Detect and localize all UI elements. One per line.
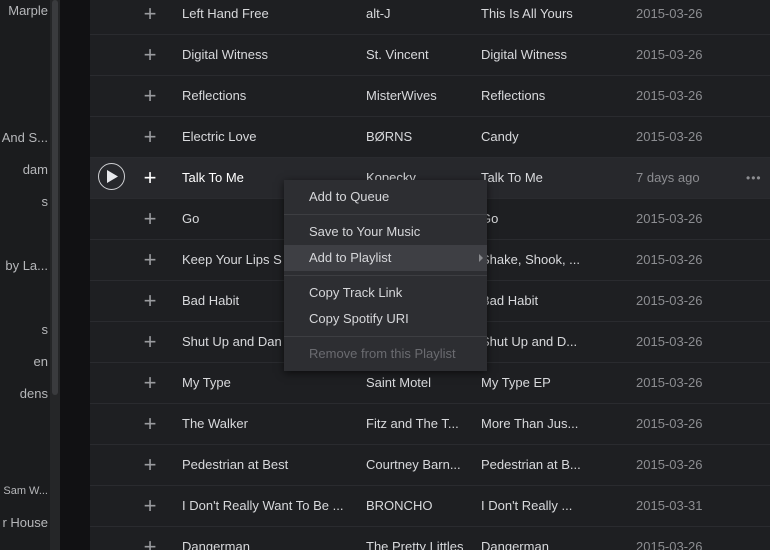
sidebar-item[interactable]: dens bbox=[0, 386, 48, 402]
plus-icon[interactable]: + bbox=[140, 363, 160, 403]
track-artist: St. Vincent bbox=[366, 47, 429, 62]
sidebar-item[interactable]: r House bbox=[0, 515, 48, 531]
plus-icon[interactable]: + bbox=[140, 445, 160, 485]
track-title: The Walker bbox=[182, 416, 248, 431]
menu-item-copy-spotify-uri[interactable]: Copy Spotify URI bbox=[284, 306, 487, 332]
track-album: Shake, Shook, ... bbox=[481, 252, 581, 267]
plus-icon[interactable]: + bbox=[140, 199, 160, 239]
track-date-added: 2015-03-26 bbox=[636, 334, 703, 349]
plus-icon[interactable]: + bbox=[140, 527, 160, 550]
track-album: Candy bbox=[481, 129, 519, 144]
track-album: Pedestrian at B... bbox=[481, 457, 581, 472]
track-title: I Don't Really Want To Be ... bbox=[182, 498, 344, 513]
track-date-added: 2015-03-26 bbox=[636, 47, 703, 62]
track-title: Electric Love bbox=[182, 129, 257, 144]
sidebar-item[interactable]: Marple bbox=[0, 3, 48, 19]
menu-separator bbox=[284, 336, 487, 337]
sidebar-item[interactable]: en bbox=[0, 354, 48, 370]
track-artist: Courtney Barn... bbox=[366, 457, 461, 472]
sidebar-item[interactable]: s bbox=[0, 194, 49, 210]
track-date-added: 2015-03-26 bbox=[636, 416, 703, 431]
more-options-icon[interactable]: ••• bbox=[746, 158, 764, 198]
track-title: Digital Witness bbox=[182, 47, 268, 62]
track-title: Pedestrian at Best bbox=[182, 457, 289, 472]
track-title: Dangerman bbox=[182, 539, 250, 550]
sidebar-scrollbar[interactable] bbox=[50, 0, 60, 550]
track-artist: alt-J bbox=[366, 6, 391, 21]
track-album: Talk To Me bbox=[481, 170, 543, 185]
menu-separator bbox=[284, 275, 487, 276]
menu-item-copy-track-link[interactable]: Copy Track Link bbox=[284, 280, 487, 306]
track-date-added: 2015-03-26 bbox=[636, 129, 703, 144]
track-album: More Than Jus... bbox=[481, 416, 579, 431]
track-album: Shut Up and D... bbox=[481, 334, 578, 349]
plus-icon[interactable]: + bbox=[140, 240, 160, 280]
track-row[interactable]: + Electric Love BØRNS Candy 2015-03-26 bbox=[90, 117, 770, 158]
track-date-added: 2015-03-26 bbox=[636, 252, 703, 267]
menu-item-add-to-queue[interactable]: Add to Queue bbox=[284, 184, 487, 210]
track-row[interactable]: + Dangerman The Pretty Littles Dangerman 201… bbox=[90, 527, 770, 550]
plus-icon[interactable]: + bbox=[140, 76, 160, 116]
track-row[interactable]: + I Don't Really Want To Be ... BRONCHO I D… bbox=[90, 486, 770, 527]
sidebar-scrollbar-thumb[interactable] bbox=[52, 0, 58, 395]
app-window: Marple And S... dam s by La... s en dens Sam W..… bbox=[0, 0, 770, 550]
track-album: Digital Witness bbox=[481, 47, 567, 62]
track-date-added: 2015-03-26 bbox=[636, 457, 703, 472]
sidebar-item[interactable]: s bbox=[0, 322, 49, 338]
context-menu: Add to Queue Save to Your Music Add to P… bbox=[284, 180, 487, 371]
track-date-added: 2015-03-26 bbox=[636, 539, 703, 550]
sidebar-item[interactable]: by La... bbox=[0, 258, 48, 274]
track-row[interactable]: + Reflections MisterWives Reflections 2015-0… bbox=[90, 76, 770, 117]
track-date-added: 2015-03-26 bbox=[636, 375, 703, 390]
menu-item-add-to-playlist[interactable]: Add to Playlist bbox=[284, 245, 487, 271]
panel-divider bbox=[60, 0, 90, 550]
track-date-added: 2015-03-26 bbox=[636, 293, 703, 308]
sidebar-item[interactable]: dam bbox=[0, 162, 48, 178]
track-artist: BØRNS bbox=[366, 129, 413, 144]
track-title: Left Hand Free bbox=[182, 6, 269, 21]
play-button[interactable] bbox=[98, 158, 128, 198]
track-album: Reflections bbox=[481, 88, 546, 103]
track-album: Go bbox=[481, 211, 499, 226]
track-artist: The Pretty Littles bbox=[366, 539, 464, 550]
track-title: Reflections bbox=[182, 88, 247, 103]
play-icon bbox=[98, 163, 125, 190]
sidebar-item[interactable]: And S... bbox=[0, 130, 48, 146]
track-row[interactable]: + Left Hand Free alt-J This Is All Yours 201… bbox=[90, 0, 770, 35]
track-album: Bad Habit bbox=[481, 293, 539, 308]
plus-icon[interactable]: + bbox=[140, 117, 160, 157]
plus-icon[interactable]: + bbox=[140, 158, 160, 198]
sidebar: Marple And S... dam s by La... s en dens Sam W..… bbox=[0, 0, 60, 550]
menu-item-save-to-your-music[interactable]: Save to Your Music bbox=[284, 219, 487, 245]
track-date-added: 2015-03-26 bbox=[636, 6, 703, 21]
track-date-added: 2015-03-31 bbox=[636, 498, 703, 513]
track-date-added: 7 days ago bbox=[636, 170, 700, 185]
plus-icon[interactable]: + bbox=[140, 404, 160, 444]
track-album: This Is All Yours bbox=[481, 6, 573, 21]
plus-icon[interactable]: + bbox=[140, 486, 160, 526]
track-album: I Don't Really ... bbox=[481, 498, 573, 513]
track-album: My Type EP bbox=[481, 375, 551, 390]
submenu-arrow-icon bbox=[479, 254, 483, 262]
menu-item-remove-from-playlist: Remove from this Playlist bbox=[309, 346, 456, 361]
track-artist: Fitz and The T... bbox=[366, 416, 459, 431]
track-row[interactable]: + Pedestrian at Best Courtney Barn... Pedes… bbox=[90, 445, 770, 486]
track-row[interactable]: + The Walker Fitz and The T... More Than Ju… bbox=[90, 404, 770, 445]
plus-icon[interactable]: + bbox=[140, 0, 160, 34]
plus-icon[interactable]: + bbox=[140, 322, 160, 362]
sidebar-item[interactable]: Sam W... bbox=[0, 483, 48, 499]
menu-separator bbox=[284, 214, 487, 215]
plus-icon[interactable]: + bbox=[140, 281, 160, 321]
track-artist: BRONCHO bbox=[366, 498, 433, 513]
track-artist: MisterWives bbox=[366, 88, 437, 103]
track-row[interactable]: + Digital Witness St. Vincent Digital Witne… bbox=[90, 35, 770, 76]
track-date-added: 2015-03-26 bbox=[636, 211, 703, 226]
plus-icon[interactable]: + bbox=[140, 35, 160, 75]
track-album: Dangerman bbox=[481, 539, 549, 550]
menu-item-label: Add to Playlist bbox=[309, 250, 392, 265]
track-date-added: 2015-03-26 bbox=[636, 88, 703, 103]
